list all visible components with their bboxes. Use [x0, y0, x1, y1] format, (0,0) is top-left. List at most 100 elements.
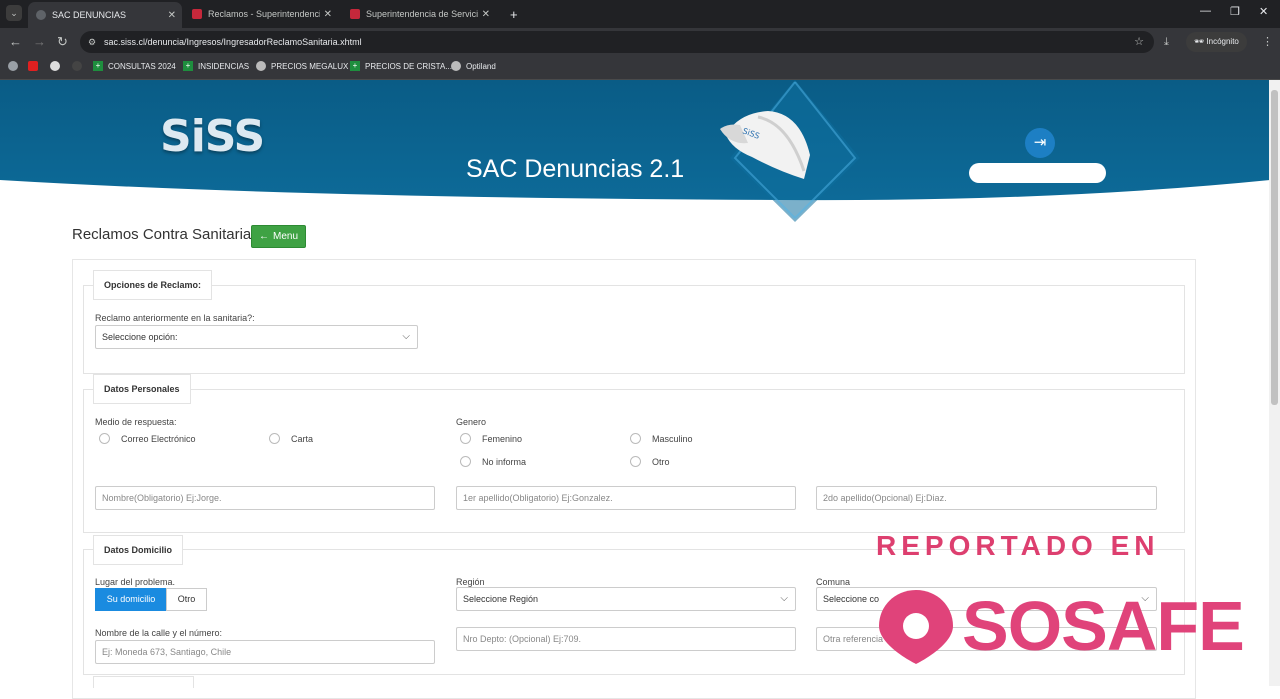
- bookmark-label: Optiland: [466, 61, 496, 71]
- incognito-badge[interactable]: 🕶 Incógnito: [1186, 32, 1247, 52]
- legend-domicilio: Datos Domicilio: [93, 535, 184, 565]
- download-icon[interactable]: ⤓: [1164, 34, 1169, 50]
- select-value: Seleccione co: [823, 594, 880, 604]
- radio-circle[interactable]: [460, 456, 471, 467]
- nombre-input[interactable]: Nombre(Obligatorio) Ej:Jorge.: [95, 486, 435, 510]
- select-value: Seleccione opción:: [102, 332, 178, 342]
- page-scrollbar[interactable]: [1269, 80, 1280, 686]
- arrow-left-icon: ←: [258, 231, 269, 242]
- globe-icon: [256, 61, 266, 71]
- radio-label: Masculino: [652, 433, 693, 444]
- logout-icon: ⇥: [1033, 134, 1047, 151]
- reload-icon[interactable]: ↻: [57, 34, 68, 50]
- restore-icon[interactable]: ❐: [1230, 5, 1240, 18]
- tab-title: SAC DENUNCIAS: [52, 10, 127, 20]
- youtube-icon[interactable]: [28, 61, 38, 71]
- close-tab-icon[interactable]: ✕: [324, 9, 332, 20]
- chrome-icon[interactable]: [8, 61, 18, 71]
- tab-title: Reclamos - Superintendencia de: [208, 9, 320, 19]
- radio-label: Femenino: [482, 433, 523, 444]
- calle-input[interactable]: Ej: Moneda 673, Santiago, Chile: [95, 640, 435, 664]
- radio-label: Carta: [291, 433, 314, 444]
- calle-label: Nombre de la calle y el número:: [95, 628, 223, 638]
- tab-search-icon[interactable]: ⌄: [6, 5, 22, 21]
- comuna-label: Comuna: [816, 577, 851, 587]
- legend-opciones: Opciones de Reclamo:: [93, 270, 213, 300]
- radio-femenino[interactable]: Femenino: [460, 433, 522, 444]
- new-tab-button[interactable]: +: [502, 3, 522, 25]
- kebab-menu-icon[interactable]: ⋮: [1262, 34, 1273, 50]
- reclamo-anterior-select[interactable]: Seleccione opción: ⌵: [95, 325, 418, 349]
- apellido2-input[interactable]: 2do apellido(Opcional) Ej:Diaz.: [816, 486, 1157, 510]
- bookmark-label: PRECIOS MEGALUX: [271, 61, 349, 71]
- menu-button[interactable]: ← Menu: [251, 225, 306, 248]
- site-info-icon[interactable]: ⚙: [88, 31, 96, 53]
- chevron-down-icon: ⌵: [780, 593, 788, 604]
- tab-strip: ⌄ SAC DENUNCIAS ✕ Reclamos - Superintend…: [0, 0, 1280, 28]
- radio-masculino[interactable]: Masculino: [630, 433, 693, 444]
- address-bar[interactable]: ⚙ sac.siss.cl/denuncia/Ingresos/Ingresad…: [80, 31, 1154, 53]
- region-select[interactable]: Seleccione Región ⌵: [456, 587, 796, 611]
- flag-icon: [192, 9, 202, 19]
- nav-bar: ← → ↻ ⚙ sac.siss.cl/denuncia/Ingresos/In…: [0, 28, 1280, 56]
- radio-circle[interactable]: [460, 433, 471, 444]
- lugar-label: Lugar del problema.: [95, 577, 176, 587]
- close-tab-icon[interactable]: ✕: [482, 9, 490, 20]
- bookmark-consultas[interactable]: + CONSULTAS 2024: [93, 61, 176, 71]
- close-window-icon[interactable]: ✕: [1259, 5, 1268, 18]
- sosafe-pin-icon: [877, 588, 955, 666]
- plus-icon: +: [510, 6, 518, 22]
- tab-title: Superintendencia de Servicios: [366, 9, 478, 19]
- radio-circle[interactable]: [630, 433, 641, 444]
- tab-superintendencia[interactable]: Superintendencia de Servicios ✕: [342, 3, 496, 25]
- bookmarks-bar: + CONSULTAS 2024 + INSIDENCIAS PRECIOS MEG…: [0, 56, 1280, 80]
- radio-otro[interactable]: Otro: [630, 456, 670, 467]
- bookmark-cristales[interactable]: + PRECIOS DE CRISTA...: [350, 61, 452, 71]
- radio-circle[interactable]: [99, 433, 110, 444]
- app-a-icon[interactable]: [50, 61, 60, 71]
- bookmark-star-icon[interactable]: ☆: [1134, 31, 1144, 53]
- radio-correo[interactable]: Correo Electrónico: [99, 433, 196, 444]
- sheets-icon: +: [183, 61, 193, 71]
- bookmark-insidencias[interactable]: + INSIDENCIAS: [183, 61, 249, 71]
- minimize-icon[interactable]: —: [1200, 5, 1211, 17]
- medio-respuesta-label: Medio de respuesta:: [95, 417, 177, 427]
- logout-button[interactable]: ⇥: [1025, 128, 1055, 158]
- select-value: Seleccione Región: [463, 594, 539, 604]
- scrollbar-thumb[interactable]: [1271, 90, 1278, 405]
- genero-label: Genero: [456, 417, 487, 427]
- toggle-otro[interactable]: Otro: [166, 588, 207, 611]
- globe-icon: [451, 61, 461, 71]
- radio-label: Otro: [652, 456, 670, 467]
- forward-icon[interactable]: →: [33, 34, 46, 50]
- bookmark-megalux[interactable]: PRECIOS MEGALUX: [256, 61, 348, 71]
- globe-icon: [36, 10, 46, 20]
- radio-carta[interactable]: Carta: [269, 433, 313, 444]
- sheets-icon: +: [93, 61, 103, 71]
- sheets-icon: +: [350, 61, 360, 71]
- next-section-legend: [93, 676, 194, 688]
- watermark-reportado: REPORTADO EN: [876, 530, 1160, 561]
- toggle-su-domicilio[interactable]: Su domicilio: [95, 588, 167, 611]
- menu-button-label: Menu: [272, 231, 298, 242]
- radio-label: Correo Electrónico: [121, 433, 196, 444]
- tab-reclamos[interactable]: Reclamos - Superintendencia de ✕: [184, 3, 338, 25]
- bookmark-label: INSIDENCIAS: [198, 61, 250, 71]
- bookmark-optiland[interactable]: Optiland: [451, 61, 496, 71]
- hardhat-icon: SiSS: [718, 105, 810, 183]
- chevron-down-icon: ⌵: [402, 331, 410, 342]
- incognito-label: Incógnito: [1206, 37, 1239, 46]
- apellido1-input[interactable]: 1er apellido(Obligatorio) Ej:Gonzalez.: [456, 486, 796, 510]
- url-text: sac.siss.cl/denuncia/Ingresos/Ingresador…: [104, 37, 362, 47]
- radio-circle[interactable]: [630, 456, 641, 467]
- tab-sac-denuncias[interactable]: SAC DENUNCIAS ✕: [28, 2, 182, 28]
- radio-circle[interactable]: [269, 433, 280, 444]
- siss-logo: SiSS: [160, 111, 265, 162]
- app-b-icon[interactable]: [72, 61, 82, 71]
- radio-no-informa[interactable]: No informa: [460, 456, 526, 467]
- depto-input[interactable]: Nro Depto: (Opcional) Ej:709.: [456, 627, 796, 651]
- close-tab-icon[interactable]: ✕: [168, 10, 176, 21]
- flag-icon: [350, 9, 360, 19]
- reclamo-anterior-label: Reclamo anteriormente en la sanitaria?:: [95, 313, 255, 323]
- back-icon[interactable]: ←: [9, 34, 22, 50]
